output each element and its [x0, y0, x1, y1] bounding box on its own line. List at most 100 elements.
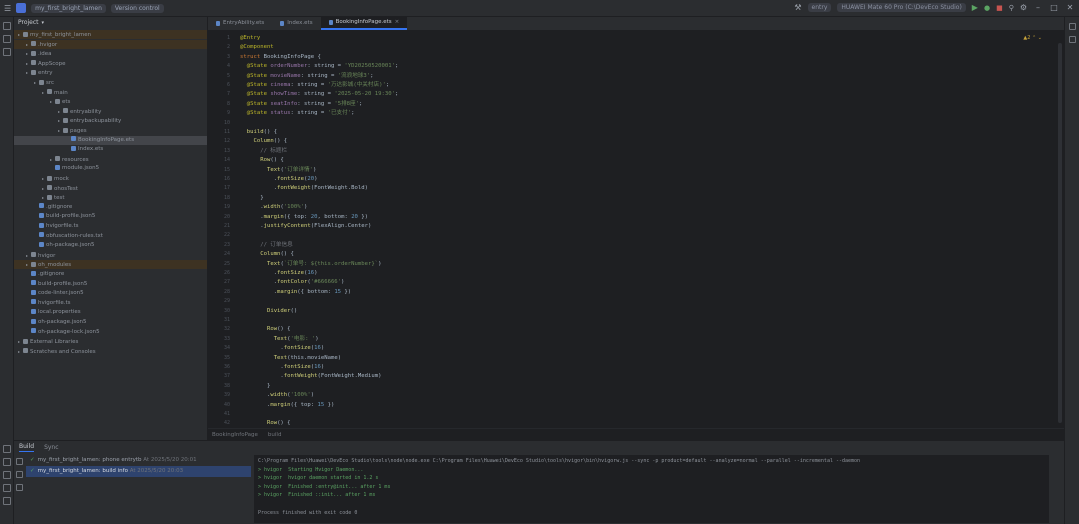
console-line: > hvigor Starting Hvigor Daemon... — [258, 466, 364, 473]
tree-item[interactable]: ▸ hvigor — [14, 251, 207, 260]
tree-item[interactable]: ▸ entrybackupability — [14, 116, 207, 125]
tree-item-label: ohosTest — [54, 185, 78, 192]
line-number: 31 — [223, 317, 230, 323]
filter-icon[interactable] — [16, 471, 23, 478]
tab-label: EntryAbility.ets — [223, 20, 265, 26]
code-line: Text('电影: ') — [273, 335, 319, 342]
tree-item[interactable]: build-profile.json5 — [14, 280, 207, 289]
build-panel-tabs: Build Sync — [14, 441, 1064, 453]
tree-item[interactable]: ▸ ets — [14, 97, 207, 106]
tree-item[interactable]: .gitignore — [14, 203, 207, 212]
editor-tab[interactable]: Index.ets — [272, 16, 320, 30]
tree-item[interactable]: module.json5 — [14, 164, 207, 173]
warning-indicator[interactable]: ▲2 ⌃ ⌄ — [1023, 35, 1042, 41]
editor-tab[interactable]: BookingInfoPage.ets × — [320, 16, 408, 30]
code-line: .justifyContent(FlexAlign.Center) — [240, 223, 372, 229]
tree-item[interactable]: ▸ test — [14, 193, 207, 202]
tree-item-label: External Libraries — [30, 339, 79, 346]
tree-item[interactable]: ▸ mock — [14, 174, 207, 183]
close-tab-icon[interactable]: × — [395, 19, 400, 25]
chevron-down-icon[interactable]: ▾ — [42, 20, 45, 26]
vcs-widget[interactable]: Version control — [110, 3, 164, 13]
editor-tab[interactable]: EntryAbility.ets — [208, 16, 272, 30]
line-number: 2 — [226, 44, 230, 51]
tree-item-label: .idea — [38, 51, 52, 58]
line-number: 16 — [223, 176, 230, 182]
tree-item[interactable]: oh-package-lock.json5 — [14, 328, 207, 337]
build-hammer-icon[interactable]: ⚒ — [794, 3, 801, 12]
run-tool-icon[interactable] — [3, 458, 11, 466]
stop-icon[interactable]: ■ — [996, 4, 1003, 12]
tree-item[interactable]: hvigorfile.ts — [14, 222, 207, 231]
tree-item[interactable]: ▸ my_first_bright_lamen — [14, 30, 207, 39]
tree-item[interactable]: ▸ oh_modules — [14, 260, 207, 270]
tree-item[interactable]: ▸ entry — [14, 68, 207, 77]
line-number: 4 — [226, 63, 230, 70]
previewer-icon[interactable] — [1069, 36, 1076, 43]
version-control-tool-icon[interactable] — [3, 497, 11, 505]
tab-build[interactable]: Build — [19, 443, 35, 452]
tree-item[interactable]: local.properties — [14, 308, 207, 317]
console-line: > hvigor Finished :entry@init... after 1… — [258, 483, 391, 490]
problems-tool-icon[interactable] — [3, 484, 11, 492]
rerun-icon[interactable] — [16, 458, 23, 465]
debug-icon[interactable]: ● — [984, 4, 990, 12]
expand-icon[interactable] — [16, 484, 23, 491]
tree-item[interactable]: ▸ resources — [14, 155, 207, 164]
build-tool-icon[interactable] — [3, 445, 11, 453]
tab-sync[interactable]: Sync — [44, 444, 58, 451]
tree-item[interactable]: oh-package.json5 — [14, 318, 207, 327]
project-panel-header[interactable]: Project ▾ — [14, 17, 207, 28]
scrollbar-thumb[interactable] — [1058, 43, 1062, 423]
structure-tool-icon[interactable] — [3, 35, 11, 43]
code-editor[interactable]: 1 2 3 4 5 6 7 8 9 10 11 12 13 14 15 16 17 18 19 20 21 22 23 24 2… — [208, 31, 1064, 428]
line-number: 17 — [223, 185, 230, 192]
module-selector[interactable]: entry — [807, 3, 832, 12]
minimize-button[interactable]: – — [1033, 3, 1043, 12]
tree-item[interactable]: oh-package.json5 — [14, 241, 207, 250]
line-number: 9 — [226, 110, 230, 117]
tree-item[interactable]: code-linter.json5 — [14, 289, 207, 298]
tree-item[interactable]: ▸ entryability — [14, 107, 207, 116]
notifications-icon[interactable] — [1069, 23, 1076, 30]
tree-item[interactable]: ▸ .idea — [14, 49, 207, 58]
project-tool-icon[interactable] — [3, 22, 11, 30]
run-icon[interactable]: ▶ — [972, 3, 978, 12]
tree-item[interactable]: .gitignore — [14, 270, 207, 279]
close-button[interactable]: ✕ — [1065, 3, 1075, 12]
project-switcher[interactable]: my_first_bright_lamen — [31, 3, 106, 13]
main-menu-icon[interactable]: ☰ — [4, 4, 11, 13]
terminal-tool-icon[interactable] — [3, 471, 11, 479]
settings-icon[interactable]: ⚙ — [1020, 3, 1027, 12]
file-icon — [39, 232, 44, 238]
tree-item[interactable]: BookingInfoPage.ets — [14, 135, 207, 145]
build-task-item[interactable]: ✓ my_first_bright_lamen: build info At 20… — [26, 466, 251, 477]
tree-item[interactable]: ▸ ohosTest — [14, 184, 207, 193]
build-task-item[interactable]: ✓ my_first_bright_lamen: phone entrytb At… — [26, 455, 251, 466]
tree-item[interactable]: ▸ .hvigor — [14, 39, 207, 49]
breadcrumb-struct[interactable]: BookingInfoPage — [212, 432, 258, 438]
folder-icon — [39, 79, 44, 85]
tree-item[interactable]: Index.ets — [14, 145, 207, 154]
tree-item[interactable]: build-profile.json5 — [14, 212, 207, 221]
tree-item[interactable]: ▸ pages — [14, 126, 207, 135]
tree-item[interactable]: obfuscation-rules.txt — [14, 232, 207, 241]
build-task-time: At 2025/5/20 20:01 — [143, 457, 197, 463]
maximize-button[interactable]: □ — [1049, 3, 1059, 12]
build-output-console[interactable]: C:\Program Files\Huawei\DevEco Studio\to… — [254, 455, 1049, 523]
tree-item[interactable]: hvigorfile.ts — [14, 299, 207, 308]
breadcrumb-method[interactable]: build — [268, 432, 282, 438]
code-line: Row() { — [266, 326, 291, 333]
tree-item[interactable]: ▸ AppScope — [14, 59, 207, 68]
search-icon[interactable]: ⚲ — [1009, 4, 1014, 12]
device-selector[interactable]: HUAWEI Mate 60 Pro (C:\DevEco Studio) — [837, 3, 966, 12]
editor-scrollbar[interactable] — [1057, 31, 1064, 428]
tree-item[interactable]: ▸ External Libraries — [14, 337, 207, 346]
line-number: 11 — [223, 129, 230, 135]
code-line: @State showTime: string = '2025-05-20 19… — [246, 91, 399, 98]
more-tools-icon[interactable] — [3, 48, 11, 56]
tree-item-label: hvigorfile.ts — [38, 299, 71, 306]
tree-item[interactable]: ▸ src — [14, 78, 207, 87]
tree-item[interactable]: ▸ Scratches and Consoles — [14, 347, 207, 356]
tree-item[interactable]: ▸ main — [14, 88, 207, 97]
